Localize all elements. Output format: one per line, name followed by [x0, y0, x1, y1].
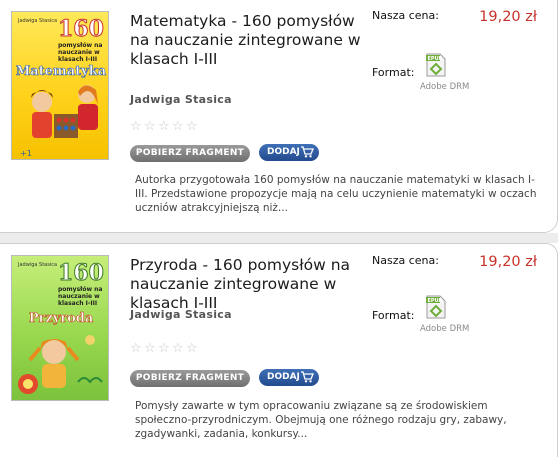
epub-badge: EPUB — [428, 298, 443, 304]
cover-illustration: +1 — [20, 85, 98, 158]
download-fragment-button[interactable]: POBIERZ FRAGMENT — [130, 145, 250, 162]
star-icon[interactable]: ☆ — [172, 342, 185, 355]
cover-number: 160 — [58, 16, 105, 43]
add-to-cart-button[interactable]: DODAJ — [259, 144, 319, 161]
product-author[interactable]: Jadwiga Stasica — [130, 93, 232, 106]
star-icon[interactable]: ☆ — [130, 342, 143, 355]
book-cover[interactable]: Jadwiga Stasica 160 pomysłów na nauczani… — [11, 11, 109, 160]
star-icon[interactable]: ☆ — [144, 342, 157, 355]
star-icon[interactable]: ☆ — [186, 342, 199, 355]
product-description: Autorka przygotowała 160 pomysłów na nau… — [135, 174, 537, 214]
download-fragment-button[interactable]: POBIERZ FRAGMENT — [130, 370, 250, 387]
cover-illustration — [18, 335, 103, 394]
cover-title: Przyroda — [28, 311, 94, 327]
product-author[interactable]: Jadwiga Stasica — [130, 308, 232, 321]
price-value: 19,20 zł — [479, 9, 537, 25]
cart-icon — [301, 371, 314, 383]
svg-text:+1: +1 — [20, 149, 32, 158]
cover-author: Jadwiga Stasica — [18, 18, 58, 24]
format-label: Format: — [372, 309, 415, 322]
price-value: 19,20 zł — [479, 254, 537, 270]
product-title[interactable]: Matematyka - 160 pomysłów na nauczanie z… — [130, 12, 362, 69]
product-description: Pomysły zawarte w tym opracowaniu związa… — [135, 400, 507, 440]
format-label: Format: — [372, 66, 415, 79]
price-label: Nasza cena: — [372, 254, 439, 267]
star-icon[interactable]: ☆ — [158, 120, 171, 133]
epub-file-icon: EPUB — [426, 295, 446, 319]
cover-subtitle: pomysłów na nauczanie w klasach I-III — [58, 42, 103, 63]
epub-badge: EPUB — [428, 56, 443, 62]
add-to-cart-button[interactable]: DODAJ — [259, 369, 319, 386]
rating-stars[interactable]: ☆ ☆ ☆ ☆ ☆ — [130, 120, 199, 133]
add-to-cart-label: DODAJ — [267, 372, 300, 382]
cover-author: Jadwiga Stasica — [18, 262, 58, 268]
card-separator — [0, 233, 558, 243]
star-icon[interactable]: ☆ — [186, 120, 199, 133]
star-icon[interactable]: ☆ — [144, 120, 157, 133]
cart-icon — [301, 146, 314, 158]
product-card: Jadwiga Stasica 160 pomysłów na nauczani… — [0, 0, 558, 233]
epub-format: EPUB Adobe DRM — [420, 53, 470, 92]
product-title[interactable]: Przyroda - 160 pomysłów na nauczanie zin… — [130, 256, 362, 313]
product-card: Jadwiga Stasica 160 pomysłów na nauczani… — [0, 243, 558, 457]
add-to-cart-label: DODAJ — [267, 147, 300, 157]
cover-subtitle: pomysłów na nauczanie w klasach I-III — [58, 286, 103, 307]
cover-title: Matematyka — [15, 64, 107, 80]
star-icon[interactable]: ☆ — [172, 120, 185, 133]
price-label: Nasza cena: — [372, 9, 439, 22]
star-icon[interactable]: ☆ — [158, 342, 171, 355]
epub-file-icon: EPUB — [426, 53, 446, 77]
cover-number: 160 — [58, 260, 105, 287]
drm-label: Adobe DRM — [420, 82, 470, 92]
drm-label: Adobe DRM — [420, 324, 470, 334]
epub-format: EPUB Adobe DRM — [420, 295, 470, 334]
rating-stars[interactable]: ☆ ☆ ☆ ☆ ☆ — [130, 342, 199, 355]
book-cover[interactable]: Jadwiga Stasica 160 pomysłów na nauczani… — [11, 255, 109, 401]
star-icon[interactable]: ☆ — [130, 120, 143, 133]
